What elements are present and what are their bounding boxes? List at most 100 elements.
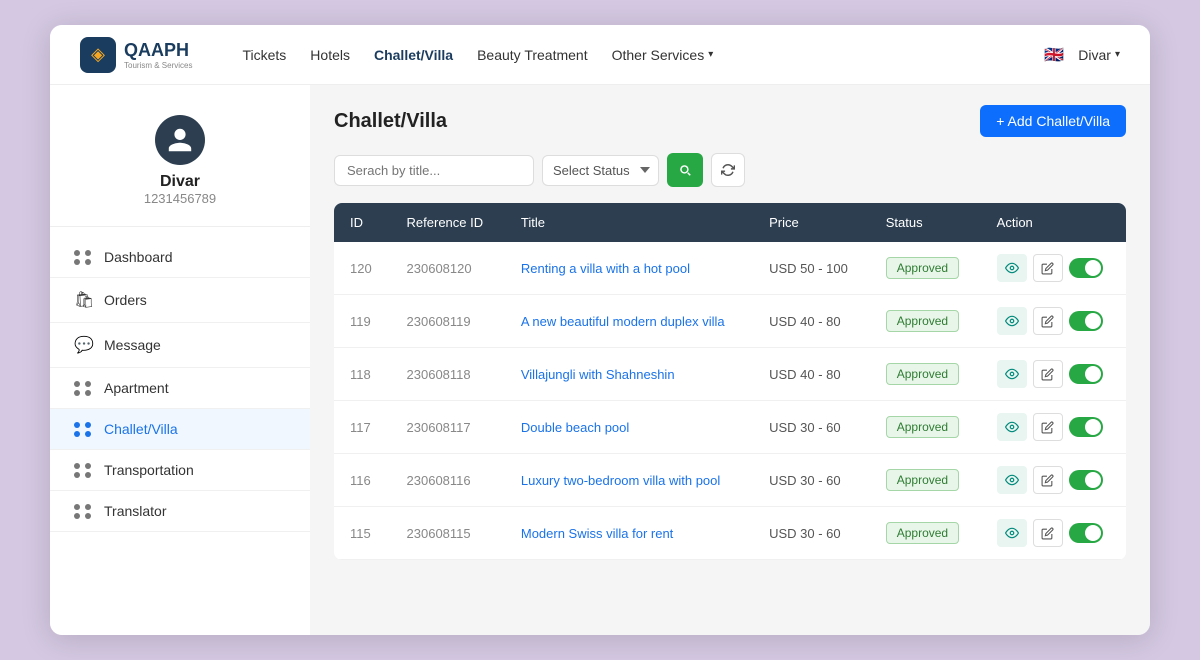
cell-status: Approved	[870, 507, 981, 560]
cell-action	[981, 507, 1126, 560]
search-input[interactable]	[334, 155, 534, 186]
edit-button[interactable]	[1033, 307, 1063, 335]
edit-button[interactable]	[1033, 466, 1063, 494]
cell-action	[981, 242, 1126, 295]
status-badge: Approved	[886, 469, 959, 491]
nav-hotels[interactable]: Hotels	[310, 47, 350, 63]
user-menu[interactable]: Divar ▾	[1078, 47, 1120, 63]
action-buttons	[997, 307, 1110, 335]
refresh-button[interactable]	[711, 153, 745, 187]
cell-action	[981, 401, 1126, 454]
action-buttons	[997, 413, 1110, 441]
view-button[interactable]	[997, 360, 1027, 388]
status-badge: Approved	[886, 363, 959, 385]
status-select[interactable]: Select Status Approved Pending Rejected	[542, 155, 659, 186]
cell-title[interactable]: Renting a villa with a hot pool	[505, 242, 753, 295]
nav-right: 🇬🇧 Divar ▾	[1042, 43, 1120, 67]
nav-other-services[interactable]: Other Services ▾	[612, 47, 714, 63]
table-row: 120 230608120 Renting a villa with a hot…	[334, 242, 1126, 295]
view-button[interactable]	[997, 254, 1027, 282]
view-button[interactable]	[997, 413, 1027, 441]
cell-title[interactable]: Luxury two-bedroom villa with pool	[505, 454, 753, 507]
user-profile: Divar 1231456789	[50, 105, 310, 227]
sidebar-item-message[interactable]: 💬 Message	[50, 323, 310, 368]
sidebar-item-orders[interactable]: 🛍 Orders	[50, 278, 310, 323]
toggle-button[interactable]	[1069, 417, 1103, 437]
toggle-button[interactable]	[1069, 258, 1103, 278]
top-nav: ◈ QAAPH Tourism & Services Tickets Hotel…	[50, 25, 1150, 85]
sidebar-item-challet-villa[interactable]: Challet/Villa	[50, 409, 310, 450]
view-button[interactable]	[997, 466, 1027, 494]
logo: ◈ QAAPH Tourism & Services	[80, 37, 192, 73]
orders-icon: 🛍	[74, 290, 92, 310]
toggle-button[interactable]	[1069, 523, 1103, 543]
page-header: Challet/Villa + Add Challet/Villa	[334, 105, 1126, 137]
cell-title[interactable]: A new beautiful modern duplex villa	[505, 295, 753, 348]
toggle-button[interactable]	[1069, 470, 1103, 490]
grid-icon	[74, 250, 92, 265]
cell-id: 115	[334, 507, 391, 560]
nav-beauty-treatment[interactable]: Beauty Treatment	[477, 47, 588, 63]
search-button[interactable]	[667, 153, 703, 187]
logo-icon: ◈	[80, 37, 116, 73]
cell-title[interactable]: Double beach pool	[505, 401, 753, 454]
cell-id: 116	[334, 454, 391, 507]
sidebar-item-dashboard[interactable]: Dashboard	[50, 237, 310, 278]
cell-title[interactable]: Modern Swiss villa for rent	[505, 507, 753, 560]
edit-button[interactable]	[1033, 254, 1063, 282]
user-chevron-icon: ▾	[1115, 49, 1120, 60]
challet-grid-icon	[74, 422, 92, 437]
table-row: 115 230608115 Modern Swiss villa for ren…	[334, 507, 1126, 560]
sidebar-item-apartment[interactable]: Apartment	[50, 368, 310, 409]
cell-ref: 230608116	[391, 454, 505, 507]
sidebar-item-transportation[interactable]: Transportation	[50, 450, 310, 491]
transport-grid-icon	[74, 463, 92, 478]
cell-price: USD 50 - 100	[753, 242, 870, 295]
nav-tickets[interactable]: Tickets	[242, 47, 286, 63]
view-button[interactable]	[997, 519, 1027, 547]
search-icon	[678, 163, 692, 177]
body-layout: Divar 1231456789 Dashboard 🛍 Orders 💬 Me…	[50, 85, 1150, 635]
pencil-icon	[1041, 262, 1054, 275]
message-icon: 💬	[74, 335, 92, 355]
action-buttons	[997, 466, 1110, 494]
data-table: ID Reference ID Title Price Status Actio…	[334, 203, 1126, 560]
avatar	[155, 115, 205, 165]
status-badge: Approved	[886, 310, 959, 332]
table-row: 119 230608119 A new beautiful modern dup…	[334, 295, 1126, 348]
view-button[interactable]	[997, 307, 1027, 335]
toggle-button[interactable]	[1069, 364, 1103, 384]
pencil-icon	[1041, 368, 1054, 381]
edit-button[interactable]	[1033, 519, 1063, 547]
logo-text: QAAPH Tourism & Services	[124, 40, 192, 70]
sidebar-menu: Dashboard 🛍 Orders 💬 Message Apartment C…	[50, 227, 310, 542]
flag-icon[interactable]: 🇬🇧	[1042, 43, 1066, 67]
toggle-button[interactable]	[1069, 311, 1103, 331]
edit-button[interactable]	[1033, 413, 1063, 441]
app-subtitle: Tourism & Services	[124, 61, 192, 70]
cell-id: 120	[334, 242, 391, 295]
edit-button[interactable]	[1033, 360, 1063, 388]
cell-action	[981, 295, 1126, 348]
nav-links: Tickets Hotels Challet/Villa Beauty Trea…	[242, 47, 1012, 63]
app-name: QAAPH	[124, 40, 189, 60]
pencil-icon	[1041, 527, 1054, 540]
cell-price: USD 30 - 60	[753, 401, 870, 454]
table-row: 116 230608116 Luxury two-bedroom villa w…	[334, 454, 1126, 507]
status-badge: Approved	[886, 257, 959, 279]
cell-status: Approved	[870, 242, 981, 295]
cell-ref: 230608118	[391, 348, 505, 401]
status-badge: Approved	[886, 522, 959, 544]
eye-icon	[1005, 420, 1019, 434]
cell-ref: 230608117	[391, 401, 505, 454]
sidebar-item-translator[interactable]: Translator	[50, 491, 310, 532]
cell-status: Approved	[870, 348, 981, 401]
eye-icon	[1005, 526, 1019, 540]
pencil-icon	[1041, 315, 1054, 328]
eye-icon	[1005, 367, 1019, 381]
cell-title[interactable]: Villajungli with Shahneshin	[505, 348, 753, 401]
col-header-status: Status	[870, 203, 981, 242]
pencil-icon	[1041, 474, 1054, 487]
nav-challet-villa[interactable]: Challet/Villa	[374, 47, 453, 63]
add-challet-villa-button[interactable]: + Add Challet/Villa	[980, 105, 1126, 137]
